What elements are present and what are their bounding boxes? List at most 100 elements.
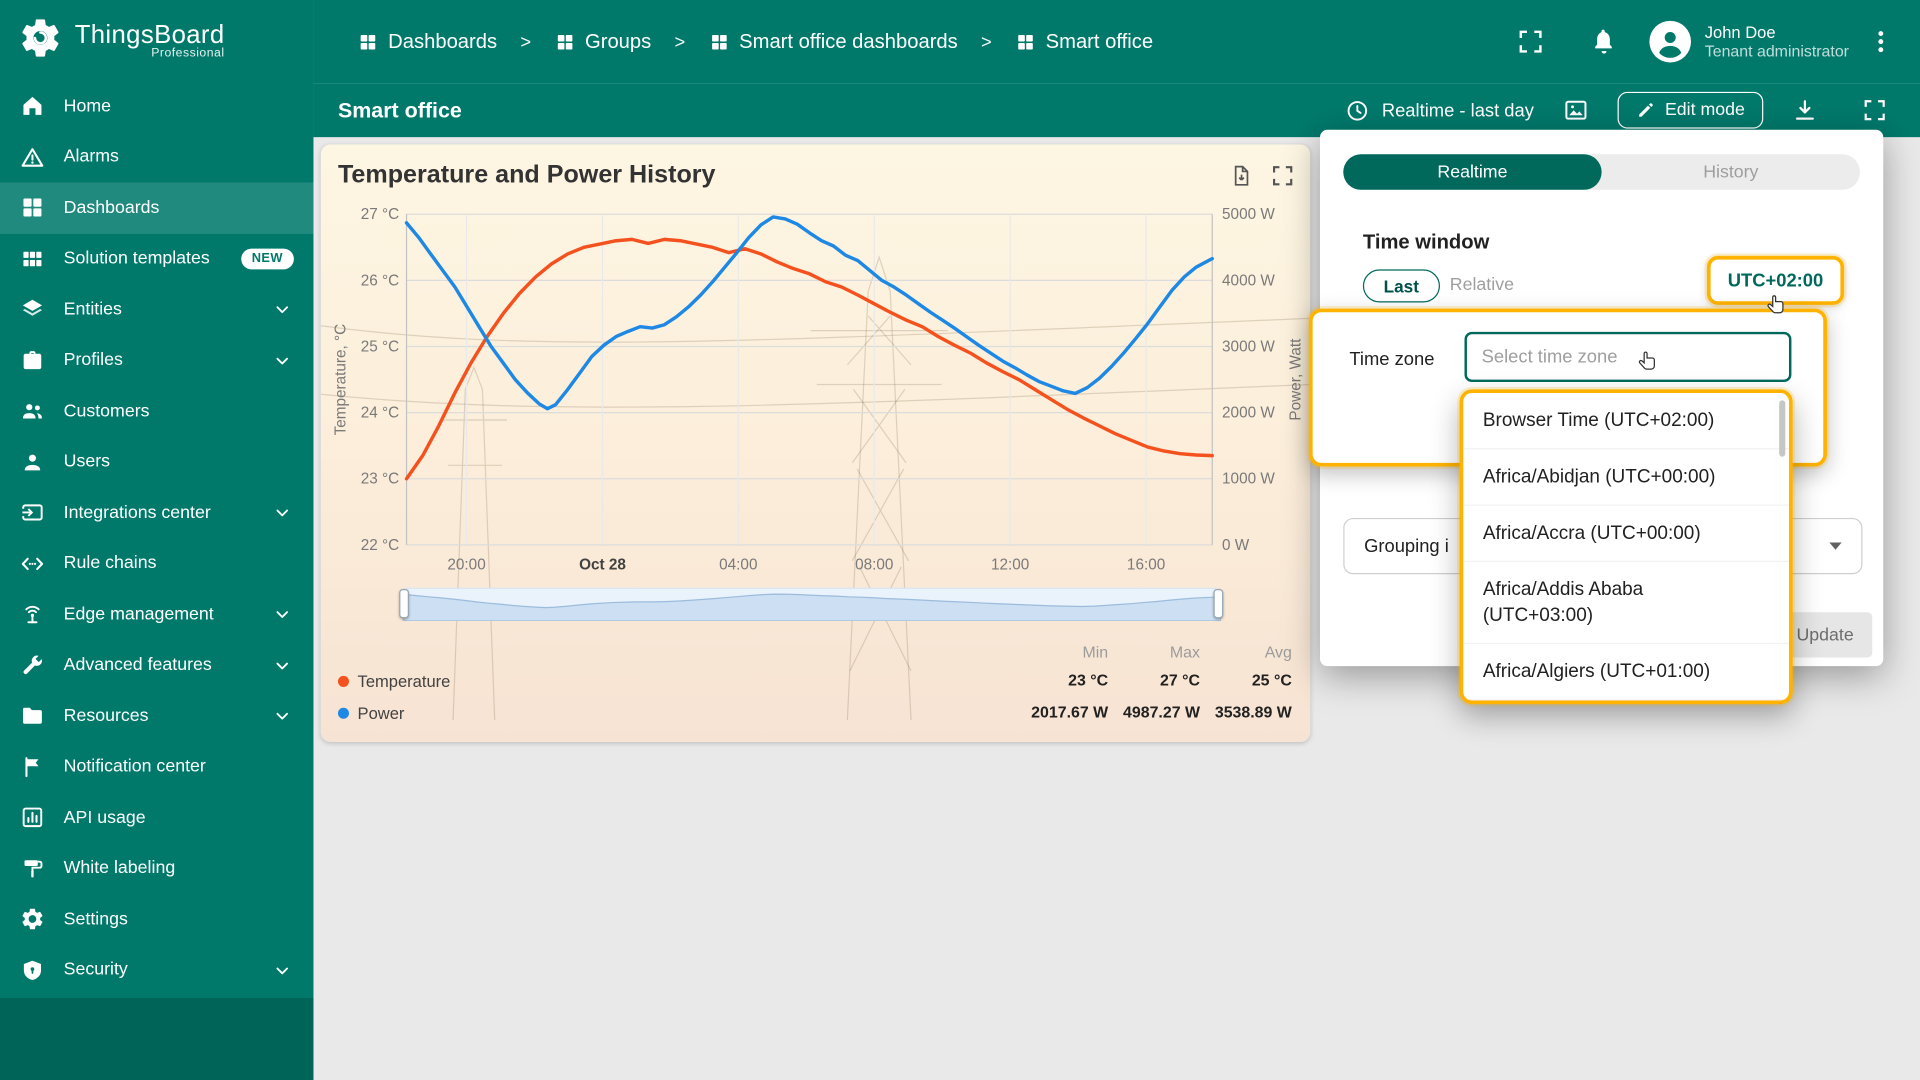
slider-handle-right[interactable] [1213,588,1224,619]
sidebar-item-users[interactable]: Users [0,437,313,488]
legend-header-avg: Avg [1264,642,1292,662]
timezone-option-accra[interactable]: Africa/Accra (UTC+00:00) [1463,506,1789,563]
sidebar-item-profiles[interactable]: Profiles [0,335,313,386]
legend-header-min: Min [1082,642,1109,662]
dropdown-arrow-icon [1829,542,1842,550]
temperature-max: 27 °C [1159,671,1200,690]
solution-templates-icon [20,246,47,272]
legend-item-power[interactable]: Power [337,704,404,722]
timewindow-button[interactable]: Realtime - last day [1345,97,1534,123]
sidebar-item-customers[interactable]: Customers [0,386,313,437]
power-color-dot [337,707,349,719]
image-gallery-icon[interactable] [1562,97,1589,124]
slider-handle-left[interactable] [399,588,409,619]
axis-tick-label: 25 °C [360,337,400,356]
edit-mode-button[interactable]: Edit mode [1617,91,1764,129]
legend-item-temperature[interactable]: Temperature [337,672,450,691]
sidebar-item-white-labeling[interactable]: White labeling [0,843,313,894]
app-logo[interactable]: ThingsBoard Professional [0,0,313,81]
sidebar-item-resources[interactable]: Resources [0,691,313,742]
timezone-option-browser-time[interactable]: Browser Time (UTC+02:00) [1463,393,1789,450]
export-widget-icon[interactable] [1228,163,1254,189]
sidebar-item-dashboards[interactable]: Dashboards [0,182,314,234]
line-chart-plot [404,213,1214,546]
sidebar-item-api-usage[interactable]: API usage [0,792,313,843]
edge-management-icon [20,602,47,628]
dashboards-icon [20,195,47,221]
axis-tick-label: 26 °C [360,271,400,289]
timezone-option-abidjan[interactable]: Africa/Abidjan (UTC+00:00) [1463,449,1789,506]
dashboard-title: Smart office [337,97,462,122]
kebab-menu-icon[interactable] [1866,27,1895,56]
timezone-button[interactable]: UTC+02:00 [1706,255,1845,305]
axis-tick-label: 2000 W [1222,404,1275,422]
breadcrumb-separator: > [981,31,992,53]
sidebar-item-alarms[interactable]: Alarms [0,132,313,183]
sidebar-item-security[interactable]: Security [0,945,313,996]
dashboards-icon [1018,34,1033,49]
slider-preview-area [402,593,1221,621]
breadcrumb-dashboards[interactable]: Dashboards [358,30,497,53]
alarms-icon [20,144,47,170]
timezone-option-addis-ababa[interactable]: Africa/Addis Ababa (UTC+03:00) [1463,562,1789,645]
timezone-search-input[interactable] [1464,331,1792,383]
dashboards-icon [557,34,573,49]
temperature-power-widget: Temperature and Power History Temperatur… [320,144,1311,743]
power-max: 4987.27 W [1123,702,1200,722]
notifications-bell-icon[interactable] [1590,27,1619,56]
last-toggle[interactable]: Last [1362,269,1440,303]
expand-widget-icon[interactable] [1270,163,1296,189]
axis-tick-label: 27 °C [360,205,400,223]
breadcrumb-groups[interactable]: Groups [554,30,651,53]
axis-tick-label: 1000 W [1222,470,1275,488]
dropdown-scrollbar[interactable] [1779,400,1786,457]
sidebar-item-integrations-center[interactable]: Integrations center [0,487,313,538]
sidebar-item-advanced-features[interactable]: Advanced features [0,640,313,691]
notification-center-icon [20,754,47,780]
breadcrumb-smart-office-dashboards[interactable]: Smart office dashboards [709,30,958,53]
tab-realtime[interactable]: Realtime [1343,154,1602,190]
home-icon [20,93,47,119]
chevron-down-icon [271,501,294,524]
y-axis-right-title: Power, Watt [1286,338,1305,421]
sidebar-item-rule-chains[interactable]: Rule chains [0,538,313,589]
thingsboard-gear-icon [17,14,64,67]
download-icon[interactable] [1791,97,1818,124]
integrations-center-icon [20,500,47,526]
entities-icon [20,297,47,323]
app-viewport: ThingsBoard Professional Home Alarms Das… [0,0,1920,1080]
expand-dashboard-icon[interactable] [1861,97,1888,124]
fullscreen-icon[interactable] [1516,27,1545,56]
sidebar-item-home[interactable]: Home [0,81,313,132]
chevron-down-icon [271,958,294,981]
legend-header-max: Max [1169,642,1200,662]
sidebar-item-settings[interactable]: Settings [0,894,313,945]
timewindow-tabs: Realtime History [1343,154,1860,190]
sidebar-footer [0,997,314,1080]
timezone-option-algiers[interactable]: Africa/Algiers (UTC+01:00) [1463,644,1789,701]
axis-tick-label: 04:00 [719,555,758,574]
breadcrumb-smart-office[interactable]: Smart office [1015,30,1153,53]
temperature-color-dot [337,675,349,687]
sidebar-item-notification-center[interactable]: Notification center [0,741,313,792]
chevron-down-icon [271,603,294,626]
tab-history[interactable]: History [1602,154,1860,190]
time-range-slider[interactable] [399,587,1224,621]
axis-tick-label: 12:00 [991,555,1030,574]
y-axis-left-title: Temperature, °C [331,323,349,436]
axis-tick-label: 5000 W [1222,205,1275,223]
breadcrumb: Dashboards > Groups > Smart office dashb… [358,30,1153,53]
user-avatar[interactable] [1649,20,1692,63]
clock-icon [1348,100,1368,120]
brand-subtitle: Professional [151,46,225,60]
axis-tick-label: 16:00 [1126,555,1166,574]
sidebar: ThingsBoard Professional Home Alarms Das… [0,0,314,1080]
temperature-min: 23 °C [1068,671,1109,690]
sidebar-item-edge-management[interactable]: Edge management [0,589,313,640]
profiles-icon [20,347,47,373]
relative-toggle[interactable]: Relative [1450,276,1514,296]
axis-tick-label: 20:00 [447,555,486,574]
sidebar-item-entities[interactable]: Entities [0,284,313,335]
customers-icon [20,398,47,424]
sidebar-item-solution-templates[interactable]: Solution templates NEW [0,233,313,284]
